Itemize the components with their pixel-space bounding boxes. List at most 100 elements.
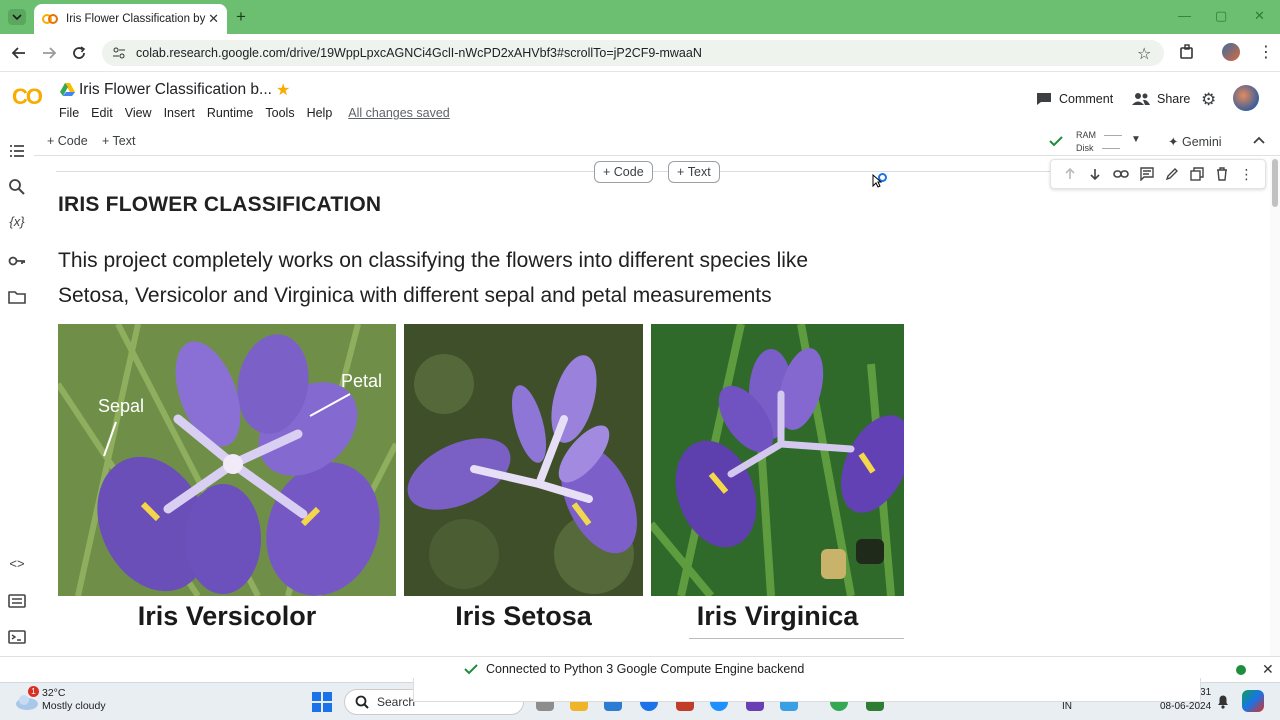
menu-help[interactable]: Help bbox=[307, 106, 333, 120]
edit-pencil-icon[interactable] bbox=[1165, 167, 1179, 181]
menu-file[interactable]: File bbox=[59, 106, 79, 120]
account-avatar[interactable] bbox=[1233, 85, 1259, 111]
content-scrollbar[interactable] bbox=[1270, 157, 1280, 656]
settings-gear-icon[interactable]: ⚙ bbox=[1201, 90, 1216, 110]
mouse-cursor-icon bbox=[872, 174, 882, 188]
notebook-title[interactable]: Iris Flower Classification b... bbox=[79, 81, 272, 99]
save-status[interactable]: All changes saved bbox=[348, 106, 449, 120]
petal-label: Petal bbox=[341, 371, 382, 391]
url-text: colab.research.google.com/drive/19WppLpx… bbox=[136, 46, 702, 60]
resource-monitor[interactable]: RAM Disk bbox=[1076, 129, 1122, 155]
windows-start-icon[interactable] bbox=[312, 692, 332, 712]
browser-tab-active[interactable]: Iris Flower Classification by K-N ✕ bbox=[34, 4, 227, 34]
menu-tools[interactable]: Tools bbox=[265, 106, 294, 120]
colab-favicon-icon bbox=[42, 14, 58, 24]
variables-icon[interactable]: {x} bbox=[8, 214, 26, 232]
weather-widget[interactable]: 32°C Mostly cloudy bbox=[42, 687, 106, 713]
site-info-icon[interactable] bbox=[112, 46, 126, 60]
secrets-key-icon[interactable] bbox=[8, 252, 26, 270]
left-sidebar: {x} <> bbox=[0, 128, 34, 656]
code-snippets-icon[interactable]: <> bbox=[8, 556, 26, 574]
notebook-toolbar: + Code + Text RAM Disk ▼ ✦ Gemini bbox=[34, 128, 1280, 156]
caption-virginica: Iris Virginica bbox=[696, 601, 859, 631]
add-code-button[interactable]: + Code bbox=[47, 134, 88, 148]
browser-tab-strip: Iris Flower Classification by K-N ✕ + — … bbox=[0, 0, 1280, 34]
comment-button[interactable]: Comment bbox=[1036, 92, 1113, 106]
language-indicator[interactable]: IN bbox=[1062, 701, 1072, 712]
colab-header: CO Iris Flower Classification b... ★ Fil… bbox=[0, 72, 1280, 128]
colab-logo[interactable]: CO bbox=[12, 84, 43, 110]
share-button[interactable]: Share bbox=[1132, 92, 1190, 106]
move-cell-down-icon[interactable] bbox=[1088, 167, 1102, 181]
insert-code-cell-button[interactable]: + Code bbox=[594, 161, 653, 183]
temperature-text: 32°C bbox=[42, 687, 66, 699]
gemini-button[interactable]: ✦ Gemini bbox=[1168, 134, 1222, 149]
people-icon bbox=[1132, 93, 1150, 105]
drive-icon[interactable] bbox=[60, 82, 75, 96]
minimize-icon[interactable]: — bbox=[1178, 8, 1191, 23]
ram-label: RAM bbox=[1076, 130, 1096, 140]
menu-insert[interactable]: Insert bbox=[164, 106, 195, 120]
bookmark-star-icon[interactable]: ☆ bbox=[1137, 44, 1151, 64]
window-close-icon[interactable]: ✕ bbox=[1254, 8, 1265, 24]
caption-versicolor: Iris Versicolor bbox=[137, 601, 317, 631]
date-text: 08-06-2024 bbox=[1160, 701, 1212, 712]
address-bar[interactable]: colab.research.google.com/drive/19WppLpx… bbox=[102, 40, 1164, 66]
search-icon[interactable] bbox=[8, 178, 26, 196]
overlay-panel bbox=[413, 678, 1201, 702]
browser-menu-icon[interactable]: ⋮ bbox=[1258, 42, 1274, 62]
new-tab-icon[interactable]: + bbox=[236, 7, 246, 27]
insert-text-cell-button[interactable]: + Text bbox=[668, 161, 720, 183]
tab-close-icon[interactable]: ✕ bbox=[208, 11, 219, 27]
status-message: Connected to Python 3 Google Compute Eng… bbox=[464, 662, 804, 676]
caption-underline bbox=[689, 638, 904, 639]
scrollbar-thumb[interactable] bbox=[1272, 159, 1278, 207]
table-of-contents-icon[interactable] bbox=[8, 142, 26, 160]
tab-title: Iris Flower Classification by K-N bbox=[66, 13, 206, 25]
mirror-cell-icon[interactable] bbox=[1189, 167, 1204, 181]
notebook-content: + Code + Text ⋮ IRIS FLOWER CLASSIFICATI… bbox=[34, 157, 1268, 656]
connected-check-icon bbox=[1048, 134, 1064, 148]
move-cell-up-icon[interactable] bbox=[1063, 167, 1077, 181]
iris-versicolor-image: Sepal Petal bbox=[58, 324, 396, 596]
terminal-icon[interactable] bbox=[8, 628, 26, 646]
add-text-label: Text bbox=[112, 134, 136, 148]
tab-search-button[interactable] bbox=[8, 9, 26, 25]
menu-edit[interactable]: Edit bbox=[91, 106, 113, 120]
star-icon[interactable]: ★ bbox=[276, 80, 290, 100]
add-code-label: Code bbox=[57, 134, 88, 148]
description-line-2: Setosa, Versicolor and Virginica with di… bbox=[58, 284, 772, 307]
collapse-header-icon[interactable] bbox=[1252, 133, 1266, 147]
comment-cell-icon[interactable] bbox=[1139, 167, 1154, 181]
taskbar-search-icon bbox=[355, 695, 369, 709]
weather-text: Mostly cloudy bbox=[42, 700, 106, 712]
link-icon[interactable] bbox=[1112, 167, 1129, 181]
maximize-icon[interactable]: ▢ bbox=[1215, 8, 1227, 24]
more-options-icon[interactable]: ⋮ bbox=[1240, 166, 1254, 183]
files-folder-icon[interactable] bbox=[8, 288, 26, 306]
forward-icon[interactable] bbox=[40, 44, 58, 62]
add-text-button[interactable]: + Text bbox=[102, 134, 135, 148]
runtime-dropdown-icon[interactable]: ▼ bbox=[1131, 134, 1141, 145]
sepal-label: Sepal bbox=[98, 396, 144, 416]
profile-avatar[interactable] bbox=[1222, 43, 1240, 61]
copilot-icon[interactable] bbox=[1242, 690, 1264, 712]
connection-status-dot bbox=[1236, 665, 1246, 675]
gemini-label: Gemini bbox=[1181, 135, 1222, 149]
command-palette-icon[interactable] bbox=[8, 592, 26, 610]
menu-runtime[interactable]: Runtime bbox=[207, 106, 254, 120]
gemini-sparkle-icon: ✦ bbox=[1168, 135, 1179, 149]
dismiss-status-icon[interactable]: ✕ bbox=[1262, 661, 1274, 678]
chevron-down-icon bbox=[12, 14, 22, 21]
notification-bell-icon[interactable] bbox=[1216, 693, 1230, 709]
menu-view[interactable]: View bbox=[125, 106, 152, 120]
extensions-icon[interactable] bbox=[1178, 43, 1196, 61]
reload-icon[interactable] bbox=[70, 44, 88, 62]
delete-trash-icon[interactable] bbox=[1215, 167, 1229, 181]
back-icon[interactable] bbox=[10, 44, 28, 62]
iris-setosa-image bbox=[404, 324, 643, 596]
comment-label: Comment bbox=[1059, 92, 1114, 106]
browser-navbar: colab.research.google.com/drive/19WppLpx… bbox=[0, 34, 1280, 72]
description-line-1: This project completely works on classif… bbox=[58, 249, 809, 272]
status-check-icon bbox=[464, 664, 478, 675]
